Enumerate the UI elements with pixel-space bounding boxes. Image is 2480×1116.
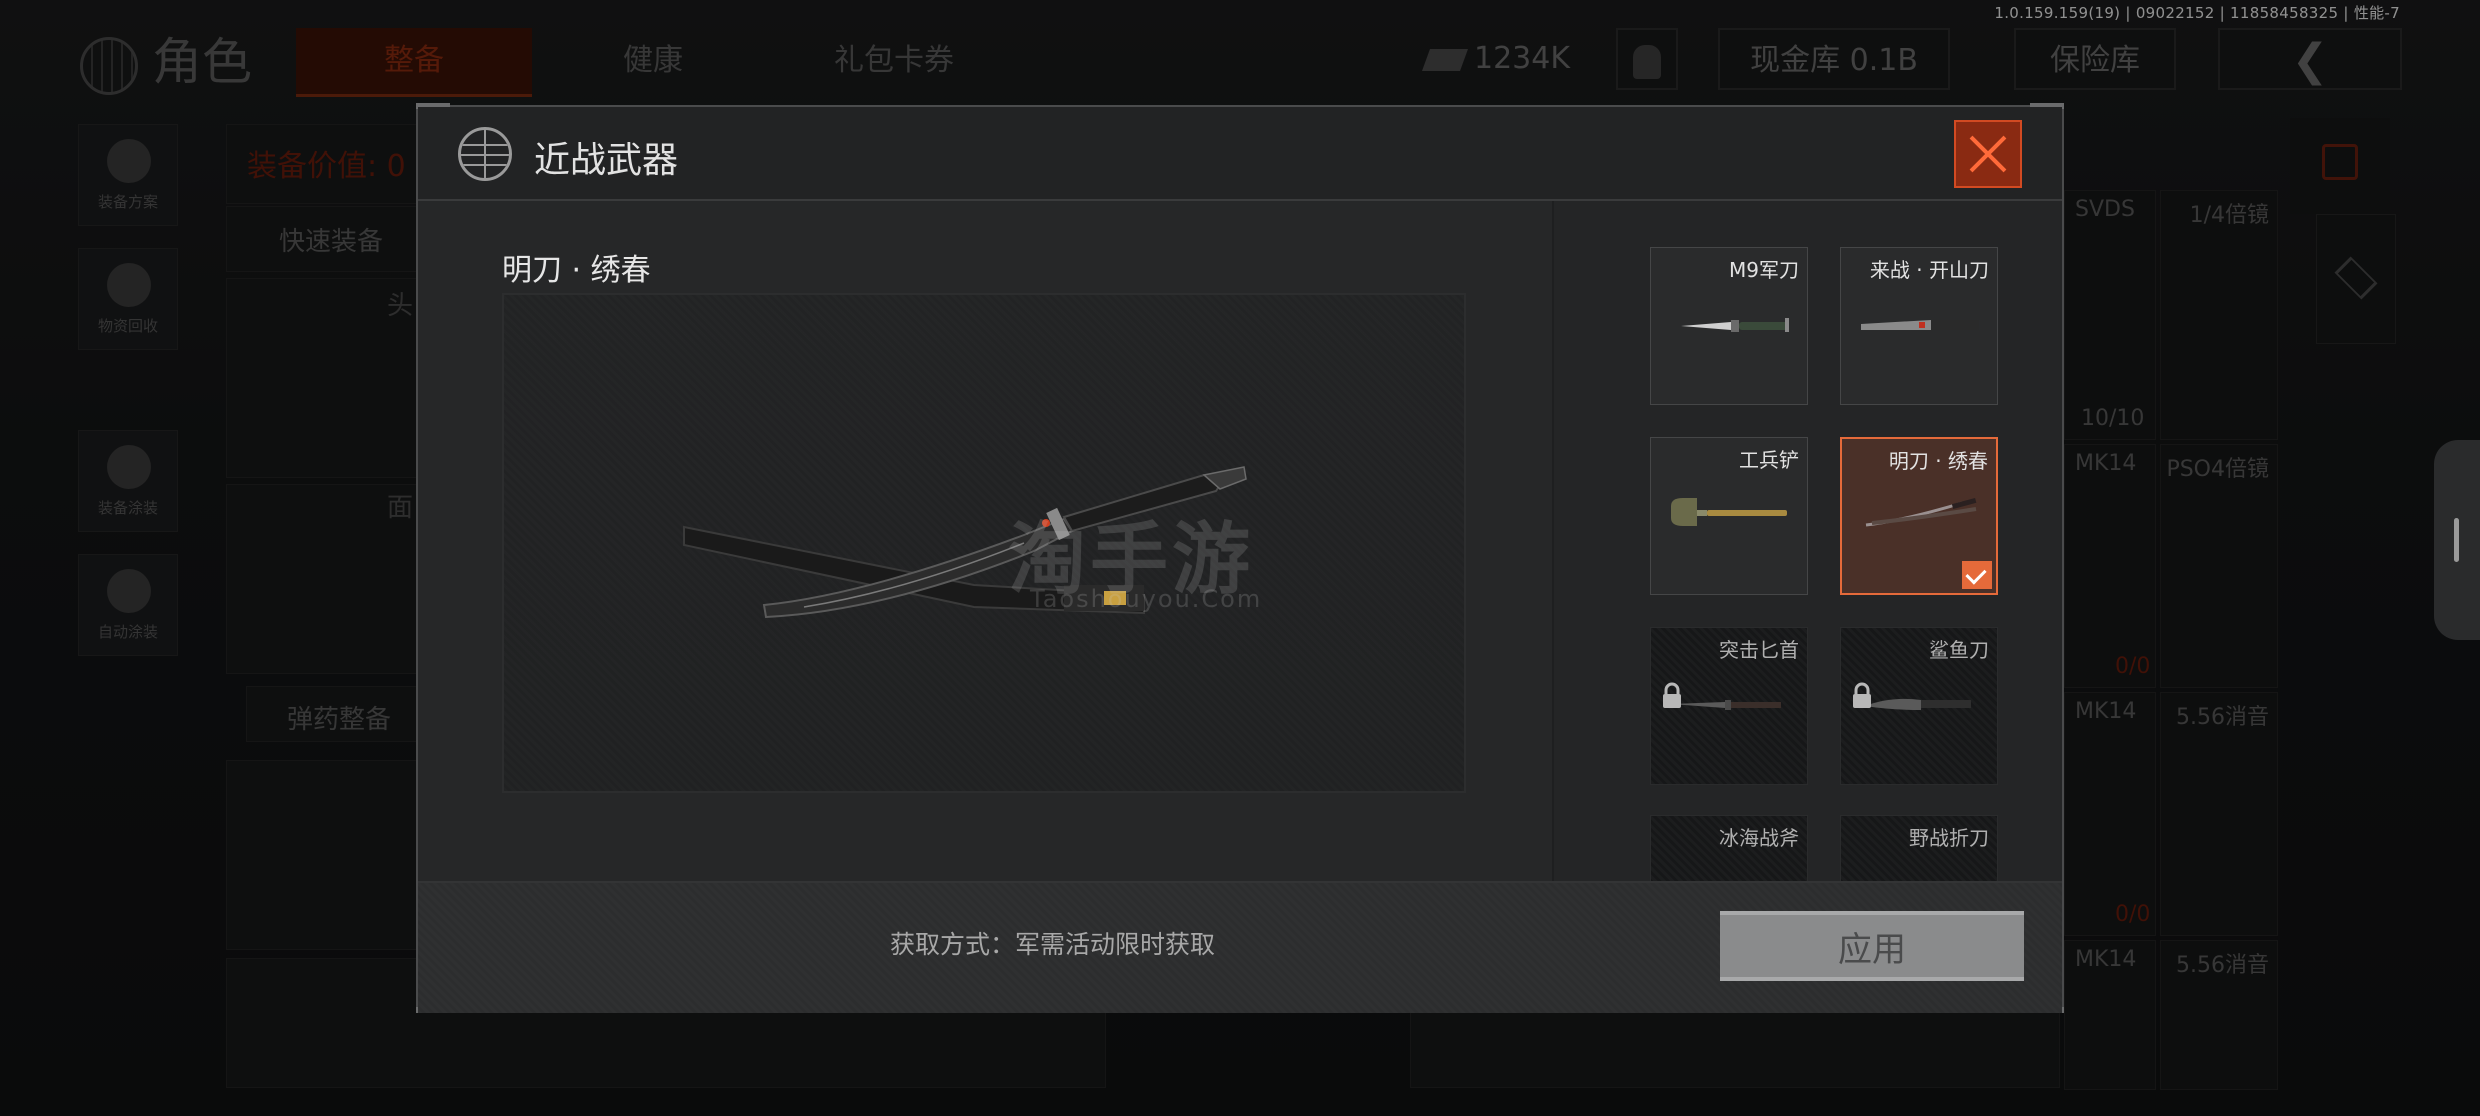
side-scroll-handle[interactable] bbox=[2434, 440, 2480, 640]
watermark-subtitle: Taoshouyou.Com bbox=[1030, 585, 1263, 613]
bayonet-icon bbox=[1681, 318, 1789, 332]
sword-icon bbox=[1865, 497, 1977, 527]
weapon-card-xiuchun[interactable]: 明刀 · 绣春 bbox=[1840, 437, 1998, 595]
close-button[interactable] bbox=[1954, 120, 2022, 188]
machete-icon bbox=[1861, 320, 1979, 330]
shovel-icon bbox=[1671, 498, 1787, 526]
weapon-card-ice-axe[interactable]: 冰海战斧 bbox=[1650, 815, 1808, 881]
acquire-method-text: 获取方式：军需活动限时获取 bbox=[890, 930, 1216, 959]
melee-weapon-dialog: 近战武器 明刀 · 绣春 淘手游 Taoshouyou.Com M9军刀 来战 … bbox=[416, 103, 2064, 1013]
weapon-card-shark-knife[interactable]: 鲨鱼刀 bbox=[1840, 627, 1998, 785]
weapon-card-field-knife[interactable]: 野战折刀 bbox=[1840, 815, 1998, 881]
lock-icon bbox=[1663, 682, 1681, 708]
weapon-card-machete[interactable]: 来战 · 开山刀 bbox=[1840, 247, 1998, 405]
weapon-card-shovel[interactable]: 工兵铲 bbox=[1650, 437, 1808, 595]
sword-preview-icon bbox=[683, 466, 1247, 619]
apply-button[interactable]: 应用 bbox=[1720, 911, 2024, 981]
weapon-card-assault-dagger[interactable]: 突击匕首 bbox=[1650, 627, 1808, 785]
globe-icon bbox=[458, 127, 512, 181]
weapon-card-m9[interactable]: M9军刀 bbox=[1650, 247, 1808, 405]
weapon-grid: M9军刀 来战 · 开山刀 工兵铲 明刀 · 绣春 突击匕首 鲨鱼刀 冰海战斧 … bbox=[1554, 201, 2062, 881]
dialog-title: 近战武器 bbox=[534, 140, 679, 181]
selected-check-icon bbox=[1962, 561, 1992, 589]
selected-weapon-name: 明刀 · 绣春 bbox=[502, 253, 651, 288]
dialog-header: 近战武器 bbox=[418, 107, 2062, 201]
lock-icon bbox=[1853, 682, 1871, 708]
weapon-preview[interactable] bbox=[502, 293, 1466, 793]
